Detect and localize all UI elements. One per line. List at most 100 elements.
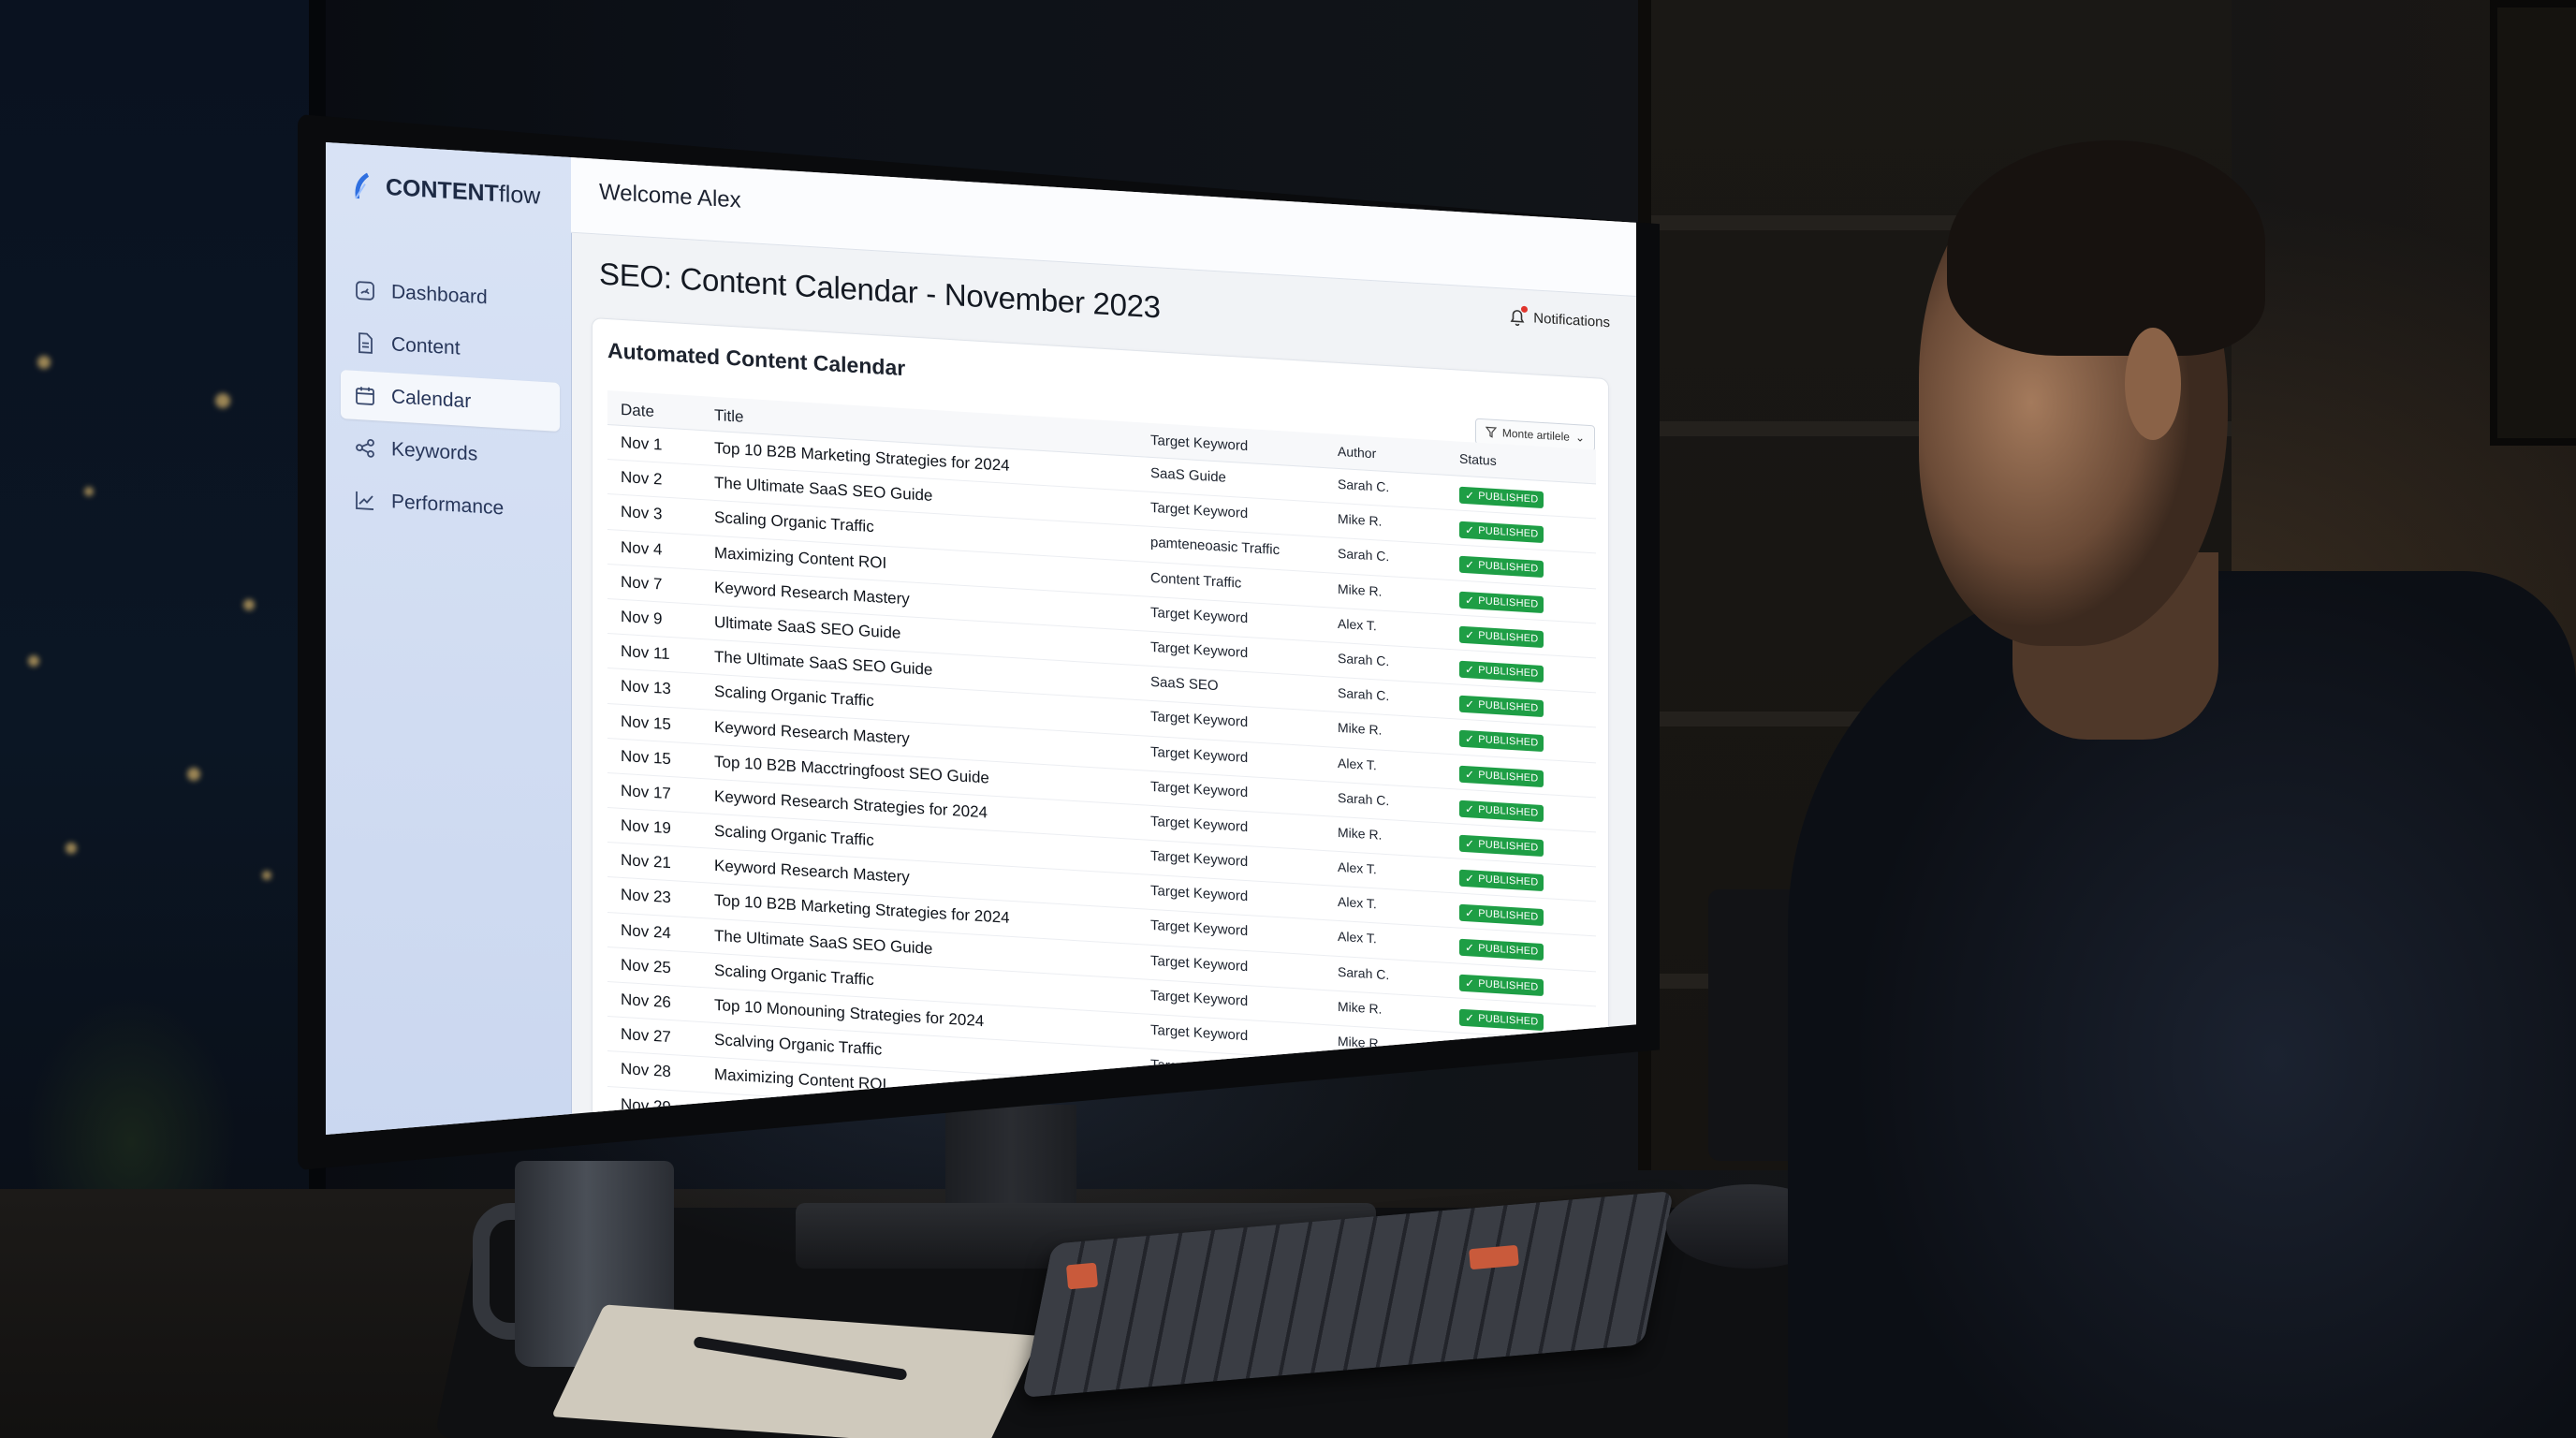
row-date: Nov 17 bbox=[621, 781, 671, 803]
person bbox=[1732, 122, 2576, 1438]
checkmark-icon: ✓ bbox=[1465, 662, 1475, 677]
row-status: ✓PUBLISHED bbox=[1459, 798, 1544, 822]
row-title[interactable]: Keyword Research Mastery bbox=[714, 579, 910, 609]
status-badge: ✓PUBLISHED bbox=[1459, 486, 1544, 509]
row-date: Nov 2 bbox=[621, 468, 663, 489]
row-keyword: Content Traffic bbox=[1150, 569, 1242, 592]
row-title[interactable]: Scaling Organic Traffic bbox=[714, 822, 874, 850]
status-badge-label: PUBLISHED bbox=[1478, 769, 1539, 785]
row-title[interactable]: Keyword Research Mastery bbox=[714, 717, 910, 748]
status-badge-label: PUBLISHED bbox=[1478, 873, 1539, 888]
row-status: ✓PUBLISHED bbox=[1459, 763, 1544, 787]
row-author: Alex T. bbox=[1338, 929, 1377, 946]
row-keyword: Target Keyword bbox=[1150, 952, 1249, 975]
row-title[interactable]: Maximizing Content ROI bbox=[714, 543, 886, 572]
row-date: Nov 27 bbox=[621, 1025, 671, 1047]
row-date: Nov 21 bbox=[621, 851, 671, 873]
row-keyword: Target Keyword bbox=[1150, 917, 1249, 940]
row-keyword: Target Keyword bbox=[1150, 813, 1249, 835]
row-author: Sarah C. bbox=[1338, 963, 1390, 982]
content-calendar-card: Automated Content Calendar Monte artilel… bbox=[592, 317, 1609, 1135]
chevron-down-icon: ⌄ bbox=[1574, 431, 1585, 445]
monitor-stand-neck bbox=[945, 1105, 1076, 1217]
status-badge: ✓PUBLISHED bbox=[1459, 800, 1544, 822]
row-date: Nov 13 bbox=[621, 677, 671, 698]
calendar-icon bbox=[356, 387, 374, 405]
column-header-date[interactable]: Date bbox=[621, 401, 654, 421]
row-status: ✓PUBLISHED bbox=[1459, 972, 1544, 996]
row-status: ✓PUBLISHED bbox=[1459, 589, 1544, 613]
filter-label: Monte artilele bbox=[1501, 426, 1570, 444]
status-badge-label: PUBLISHED bbox=[1478, 943, 1539, 959]
row-status: ✓PUBLISHED bbox=[1459, 485, 1544, 509]
status-badge-label: PUBLISHED bbox=[1478, 734, 1539, 750]
status-badge: ✓PUBLISHED bbox=[1459, 974, 1544, 996]
app-window: CONTENTflow Dashboard Content Calendar K… bbox=[326, 142, 1636, 1135]
row-author: Alex T. bbox=[1338, 894, 1377, 912]
sidebar: CONTENTflow Dashboard Content Calendar K… bbox=[326, 142, 572, 1135]
status-badge: ✓PUBLISHED bbox=[1459, 556, 1544, 579]
person-hair bbox=[1947, 140, 2265, 356]
row-date: Nov 15 bbox=[621, 712, 671, 733]
checkmark-icon: ✓ bbox=[1465, 558, 1475, 573]
checkmark-icon: ✓ bbox=[1465, 523, 1475, 537]
column-header-author[interactable]: Author bbox=[1338, 444, 1376, 461]
sidebar-item-label: Keywords bbox=[391, 438, 478, 465]
status-badge-label: PUBLISHED bbox=[1478, 629, 1539, 645]
status-badge-label: PUBLISHED bbox=[1478, 664, 1539, 680]
column-header-keyword[interactable]: Target Keyword bbox=[1150, 433, 1248, 454]
checkmark-icon: ✓ bbox=[1465, 1010, 1475, 1025]
row-author: Mike R. bbox=[1338, 511, 1383, 529]
row-author: Mike R. bbox=[1338, 580, 1383, 599]
keyboard-accent-key bbox=[1469, 1244, 1519, 1270]
page-title: SEO: Content Calendar - November 2023 bbox=[599, 256, 1161, 325]
row-status: ✓PUBLISHED bbox=[1459, 868, 1544, 892]
row-title[interactable]: Scalving Organic Traffic bbox=[714, 1031, 882, 1060]
notification-dot bbox=[1521, 305, 1529, 314]
sidebar-item-keywords[interactable]: Keywords bbox=[341, 422, 560, 484]
welcome-text: Welcome Alex bbox=[599, 179, 741, 213]
brand-name-light: flow bbox=[498, 180, 541, 210]
sidebar-item-content[interactable]: Content bbox=[341, 317, 560, 379]
row-title[interactable]: The Ultimate SaaS SEO Guide bbox=[714, 648, 932, 680]
row-keyword: Target Keyword bbox=[1150, 638, 1249, 662]
column-header-status[interactable]: Status bbox=[1459, 451, 1497, 468]
status-badge: ✓PUBLISHED bbox=[1459, 834, 1544, 857]
row-title[interactable]: The Ultimate SaaS SEO Guide bbox=[714, 474, 932, 506]
brand-logo[interactable]: CONTENTflow bbox=[350, 170, 540, 212]
checkmark-icon: ✓ bbox=[1465, 697, 1475, 712]
status-badge: ✓PUBLISHED bbox=[1459, 1008, 1544, 1031]
status-badge: ✓PUBLISHED bbox=[1459, 521, 1544, 544]
status-badge-label: PUBLISHED bbox=[1478, 525, 1539, 540]
row-status: ✓PUBLISHED bbox=[1459, 728, 1544, 753]
sidebar-item-performance[interactable]: Performance bbox=[341, 475, 560, 536]
status-badge-label: PUBLISHED bbox=[1478, 977, 1539, 993]
row-keyword: pamteneoasic Traffic bbox=[1150, 535, 1281, 559]
row-title[interactable]: The Ultimate SaaS SEO Guide bbox=[714, 927, 932, 959]
checkmark-icon: ✓ bbox=[1465, 593, 1475, 608]
row-keyword: Target Keyword bbox=[1150, 500, 1249, 522]
column-header-title[interactable]: Title bbox=[714, 406, 744, 427]
notifications-button[interactable]: Notifications bbox=[1509, 305, 1610, 331]
document-icon bbox=[359, 332, 373, 354]
row-author: Alex T. bbox=[1338, 858, 1377, 877]
sidebar-item-calendar[interactable]: Calendar bbox=[341, 369, 560, 432]
row-author: Sarah C. bbox=[1338, 476, 1390, 495]
notifications-label: Notifications bbox=[1533, 309, 1610, 330]
row-keyword: Target Keyword bbox=[1150, 778, 1249, 800]
row-keyword: Target Keyword bbox=[1150, 883, 1249, 905]
row-title[interactable]: Scaling Organic Traffic bbox=[714, 961, 874, 990]
status-badge-label: PUBLISHED bbox=[1478, 560, 1539, 576]
row-title[interactable]: Keyword Research Mastery bbox=[714, 857, 910, 888]
status-badge-label: PUBLISHED bbox=[1478, 908, 1539, 923]
feather-logo-icon bbox=[350, 170, 373, 201]
row-status: ✓PUBLISHED bbox=[1459, 902, 1544, 927]
bell-icon bbox=[1509, 305, 1529, 327]
status-badge: ✓PUBLISHED bbox=[1459, 660, 1544, 683]
row-title[interactable]: Scaling Organic Traffic bbox=[714, 508, 874, 536]
row-title[interactable]: Ultimate SaaS SEO Guide bbox=[714, 613, 900, 643]
sidebar-item-dashboard[interactable]: Dashboard bbox=[341, 265, 560, 327]
row-author: Mike R. bbox=[1338, 720, 1383, 739]
row-title[interactable]: Scaling Organic Traffic bbox=[714, 682, 874, 711]
checkmark-icon: ✓ bbox=[1465, 906, 1475, 920]
